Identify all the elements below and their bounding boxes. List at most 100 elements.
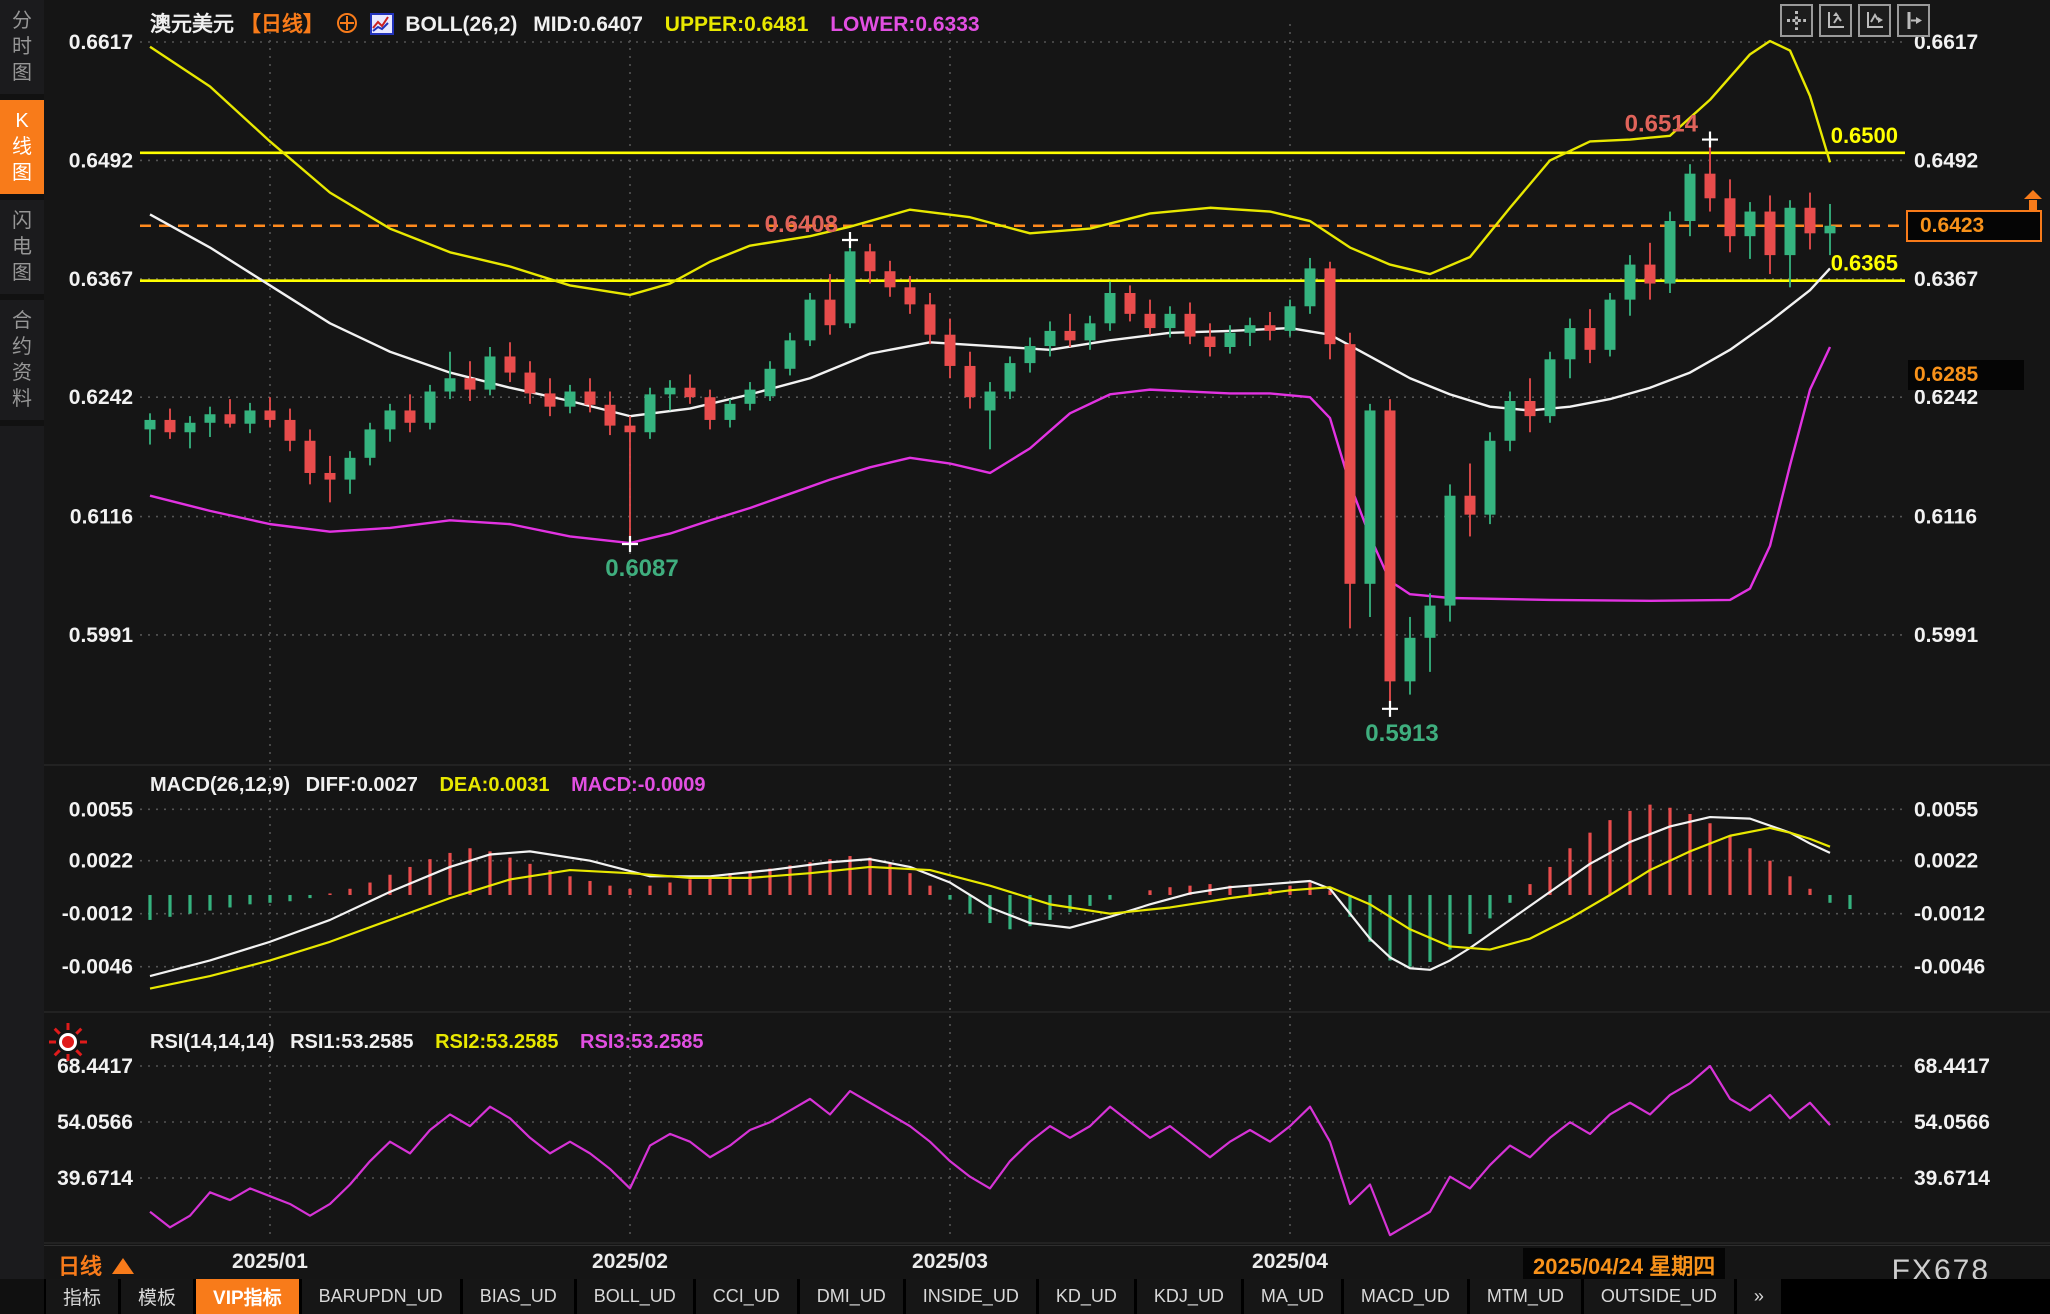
toolbar-tab-6[interactable]: BOLL_UD [577, 1279, 693, 1314]
candle[interactable] [1425, 593, 1436, 672]
sidebar-item-timeline-chart[interactable]: 分时图 [0, 0, 44, 100]
alert-burst-icon[interactable] [46, 1020, 90, 1069]
candle[interactable] [945, 319, 956, 379]
toolbar-tab-1[interactable]: 指标 [46, 1279, 118, 1314]
candle[interactable] [265, 397, 276, 427]
candle[interactable] [345, 451, 356, 494]
candle[interactable] [325, 456, 336, 502]
candle[interactable] [705, 390, 716, 430]
candle[interactable] [725, 399, 736, 427]
sidebar-item-lightning-chart[interactable]: 闪电图 [0, 200, 44, 300]
candle[interactable] [625, 416, 636, 544]
candle[interactable] [605, 392, 616, 436]
candle[interactable] [1805, 193, 1816, 250]
candle[interactable] [1265, 312, 1276, 340]
candle[interactable] [685, 374, 696, 403]
toolbar-tab-13[interactable]: MACD_UD [1344, 1279, 1467, 1314]
candle[interactable] [765, 361, 776, 401]
candle[interactable] [665, 380, 676, 410]
candle[interactable] [1325, 262, 1336, 360]
candle[interactable] [145, 413, 156, 444]
candle[interactable] [1585, 309, 1596, 363]
period-selector[interactable]: 日线 [58, 1249, 134, 1281]
candle[interactable] [1625, 255, 1636, 316]
candle[interactable] [1505, 392, 1516, 452]
candle[interactable] [545, 378, 556, 416]
candle[interactable] [565, 385, 576, 413]
candle[interactable] [445, 352, 456, 399]
candle[interactable] [805, 293, 816, 346]
candle[interactable] [1545, 352, 1556, 423]
candle[interactable] [1645, 243, 1656, 300]
candle[interactable] [305, 429, 316, 484]
candle[interactable] [1485, 432, 1496, 524]
candle[interactable] [1145, 300, 1156, 335]
toolbar-tab-15[interactable]: OUTSIDE_UD [1584, 1279, 1734, 1314]
candle[interactable] [1065, 314, 1076, 347]
candle[interactable] [825, 274, 836, 335]
toolbar-tab-8[interactable]: DMI_UD [800, 1279, 903, 1314]
indicator-chart-icon[interactable] [370, 13, 394, 41]
chart-canvas[interactable]: 0.66170.66170.64920.64920.63670.63670.62… [0, 0, 2050, 1245]
candle[interactable] [1345, 333, 1356, 629]
candle[interactable] [505, 342, 516, 382]
toolbar-tab-4[interactable]: BARUPDN_UD [302, 1279, 460, 1314]
candle[interactable] [1605, 293, 1616, 356]
candle[interactable] [1305, 258, 1316, 314]
candle[interactable] [185, 416, 196, 448]
scale-x-axis-icon[interactable] [1858, 4, 1891, 37]
candle[interactable] [385, 404, 396, 442]
candle[interactable] [1365, 404, 1376, 617]
toolbar-tab-2[interactable]: 模板 [121, 1279, 193, 1314]
candle[interactable] [245, 403, 256, 433]
candle[interactable] [645, 388, 656, 439]
period-tag[interactable]: 【日线】 [240, 13, 324, 36]
candle[interactable] [365, 423, 376, 466]
candle[interactable] [1185, 302, 1196, 344]
candle[interactable] [925, 293, 936, 344]
toolbar-tab-16[interactable]: » [1737, 1279, 1781, 1314]
toolbar-tab-10[interactable]: KD_UD [1039, 1279, 1134, 1314]
candle[interactable] [1105, 282, 1116, 331]
candle[interactable] [485, 347, 496, 395]
candle[interactable] [465, 361, 476, 401]
candle[interactable] [1385, 399, 1396, 709]
candle[interactable] [785, 333, 796, 376]
candle[interactable] [1025, 338, 1036, 373]
toolbar-tab-7[interactable]: CCI_UD [696, 1279, 797, 1314]
candle[interactable] [1225, 325, 1236, 353]
candle[interactable] [1465, 464, 1476, 537]
candle[interactable] [1785, 200, 1796, 287]
candle[interactable] [285, 409, 296, 452]
candle[interactable] [1005, 356, 1016, 399]
scale-y-axis-icon[interactable] [1819, 4, 1852, 37]
toolbar-tab-11[interactable]: KDJ_UD [1137, 1279, 1241, 1314]
candle[interactable] [1405, 617, 1416, 695]
toolbar-tab-3[interactable]: VIP指标 [196, 1279, 299, 1314]
candle[interactable] [1665, 212, 1676, 293]
candle[interactable] [205, 407, 216, 437]
toolbar-tab-14[interactable]: MTM_UD [1470, 1279, 1581, 1314]
target-icon[interactable] [336, 12, 358, 40]
candle[interactable] [165, 409, 176, 439]
sidebar-item-candle-chart[interactable]: K线图 [0, 100, 44, 200]
candle[interactable] [1725, 179, 1736, 252]
toolbar-tab-9[interactable]: INSIDE_UD [906, 1279, 1036, 1314]
toolbar-tab-12[interactable]: MA_UD [1244, 1279, 1341, 1314]
toolbar-tab-5[interactable]: BIAS_UD [463, 1279, 574, 1314]
candle[interactable] [405, 394, 416, 432]
candle[interactable] [865, 244, 876, 284]
candle[interactable] [1765, 195, 1776, 274]
candle[interactable] [1565, 319, 1576, 379]
candle[interactable] [1205, 323, 1216, 356]
shift-chart-icon[interactable] [1897, 4, 1930, 37]
candle[interactable] [425, 385, 436, 430]
candle[interactable] [1525, 378, 1536, 432]
candle[interactable] [745, 382, 756, 410]
candle[interactable] [885, 261, 896, 297]
candle[interactable] [225, 399, 236, 427]
candle[interactable] [1125, 285, 1136, 321]
candle[interactable] [845, 240, 856, 328]
candle[interactable] [985, 382, 996, 449]
sidebar-item-contract-info[interactable]: 合约资料 [0, 300, 44, 426]
